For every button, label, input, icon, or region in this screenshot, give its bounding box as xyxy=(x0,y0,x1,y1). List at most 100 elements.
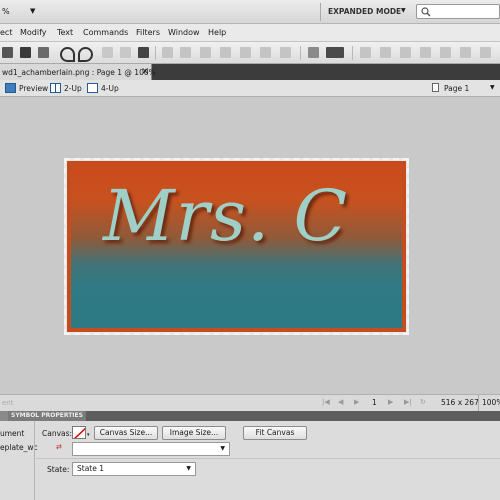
align-dropdown-icon[interactable] xyxy=(326,47,344,58)
zoom-level[interactable]: 100% xyxy=(482,398,500,407)
menu-item-select[interactable]: ect xyxy=(0,28,12,37)
page-select[interactable]: Page 1 ▼ xyxy=(430,81,498,95)
print-icon[interactable] xyxy=(38,47,49,58)
view-bar: Preview 2-Up 4-Up Page 1 ▼ xyxy=(0,80,500,97)
application-bar: % ▼ EXPANDED MODE ▼ xyxy=(0,0,500,24)
arrange-icon[interactable] xyxy=(280,47,291,58)
close-icon[interactable]: × xyxy=(141,66,149,77)
four-up-button[interactable]: 4-Up xyxy=(85,82,119,95)
document-label: ument xyxy=(0,429,25,438)
chevron-down-icon[interactable]: ▾ xyxy=(87,432,90,438)
divider xyxy=(34,421,35,500)
sign-image: Mrs. C xyxy=(70,164,403,329)
last-frame-icon[interactable]: ▶| xyxy=(404,398,412,406)
menu-item-help[interactable]: Help xyxy=(208,28,226,37)
properties-tab[interactable] xyxy=(0,411,8,421)
copy-icon[interactable] xyxy=(120,47,131,58)
divider xyxy=(36,458,500,459)
canvas-label: Canvas: xyxy=(42,429,73,438)
save-icon[interactable] xyxy=(20,47,31,58)
send-backward-icon[interactable] xyxy=(260,47,271,58)
chevron-down-icon: ▼ xyxy=(186,465,191,472)
document-tab[interactable]: wd1_achamberlain.png : Page 1 @ 100% × xyxy=(0,64,156,80)
flip-vertical-icon[interactable] xyxy=(420,47,431,58)
loop-icon[interactable]: ↻ xyxy=(420,398,426,406)
properties-panel: ument eplate_wc Canvas: ▾ Canvas Size...… xyxy=(0,421,500,500)
symbol-properties-tab[interactable]: SYMBOL PROPERTIES xyxy=(8,411,86,421)
menu-bar: ect Modify Text Commands Filters Window … xyxy=(0,24,500,42)
divider xyxy=(320,3,321,21)
cut-icon[interactable] xyxy=(102,47,113,58)
chevron-down-icon: ▼ xyxy=(490,84,495,91)
canvas-color-swatch[interactable] xyxy=(72,426,86,439)
zoom-dropdown-arrow-icon[interactable]: ▼ xyxy=(30,7,35,15)
state-label: State: xyxy=(47,465,70,474)
menu-item-modify[interactable]: Modify xyxy=(20,28,47,37)
template-label: eplate_wc xyxy=(0,443,38,452)
link-icon: ⇄ xyxy=(56,443,62,451)
state-dropdown-value: State 1 xyxy=(77,464,105,473)
page-select-value: Page 1 xyxy=(444,84,470,93)
play-icon[interactable]: ▶ xyxy=(354,398,359,406)
menu-item-text[interactable]: Text xyxy=(57,28,73,37)
chevron-down-icon: ▼ xyxy=(220,445,225,452)
distribute-icon[interactable] xyxy=(308,47,319,58)
state-dropdown[interactable]: State 1 ▼ xyxy=(72,462,196,476)
four-up-icon xyxy=(87,83,98,93)
sign-text: Mrs. C xyxy=(103,175,349,257)
template-dropdown[interactable]: ▼ xyxy=(72,442,230,456)
no-color-icon xyxy=(74,427,85,438)
preview-button[interactable]: Preview xyxy=(0,82,49,95)
bring-forward-icon[interactable] xyxy=(240,47,251,58)
join-icon[interactable] xyxy=(200,47,211,58)
canvas-dimensions: 516 x 267 xyxy=(441,398,479,407)
image-size-button[interactable]: Image Size... xyxy=(162,426,226,440)
paste-icon[interactable] xyxy=(138,47,149,58)
menu-item-filters[interactable]: Filters xyxy=(136,28,160,37)
divider xyxy=(478,395,479,411)
page-icon xyxy=(432,83,439,92)
next-frame-icon[interactable]: ▶ xyxy=(388,398,393,406)
rotate-right-icon[interactable] xyxy=(380,47,391,58)
menu-item-window[interactable]: Window xyxy=(168,28,200,37)
open-icon[interactable] xyxy=(2,47,13,58)
symbol-properties-label: SYMBOL PROPERTIES xyxy=(11,412,83,419)
search-icon xyxy=(421,7,431,17)
main-toolbar xyxy=(0,42,500,64)
preview-label: Preview xyxy=(19,84,49,93)
status-bar: ent |◀ ◀ ▶ 1 ▶ ▶| ↻ 516 x 267 100% xyxy=(0,394,500,411)
divider xyxy=(300,46,301,60)
divider xyxy=(155,46,156,60)
two-up-button[interactable]: 2-Up xyxy=(48,82,82,95)
four-up-label: 4-Up xyxy=(101,84,119,93)
align-right-icon[interactable] xyxy=(480,47,491,58)
zoom-percent-fragment: % xyxy=(2,7,10,16)
canvas-area[interactable]: Mrs. C xyxy=(0,97,500,394)
divider xyxy=(352,46,353,60)
previous-frame-icon[interactable]: ◀ xyxy=(338,398,343,406)
preview-icon xyxy=(5,83,16,93)
two-up-label: 2-Up xyxy=(64,84,82,93)
rotate-left-icon[interactable] xyxy=(360,47,371,58)
undo-icon[interactable] xyxy=(60,47,75,62)
status-text: ent xyxy=(2,399,14,407)
properties-tab-strip: SYMBOL PROPERTIES xyxy=(0,411,500,421)
fit-canvas-button[interactable]: Fit Canvas xyxy=(243,426,307,440)
ungroup-icon[interactable] xyxy=(180,47,191,58)
document-tab-title: wd1_achamberlain.png : Page 1 @ 100% xyxy=(2,68,156,77)
flip-horizontal-icon[interactable] xyxy=(400,47,411,58)
search-input[interactable] xyxy=(416,4,500,19)
frame-number: 1 xyxy=(372,398,377,407)
canvas-size-button[interactable]: Canvas Size... xyxy=(94,426,158,440)
chevron-down-icon: ▼ xyxy=(401,7,406,14)
split-icon[interactable] xyxy=(220,47,231,58)
group-icon[interactable] xyxy=(162,47,173,58)
align-center-icon[interactable] xyxy=(460,47,471,58)
redo-icon[interactable] xyxy=(78,47,93,62)
two-up-icon xyxy=(50,83,61,93)
align-left-icon[interactable] xyxy=(440,47,451,58)
menu-item-commands[interactable]: Commands xyxy=(83,28,128,37)
workspace-switcher[interactable]: EXPANDED MODE ▼ xyxy=(326,4,412,20)
workspace-mode-label: EXPANDED MODE xyxy=(328,7,402,16)
first-frame-icon[interactable]: |◀ xyxy=(322,398,330,406)
